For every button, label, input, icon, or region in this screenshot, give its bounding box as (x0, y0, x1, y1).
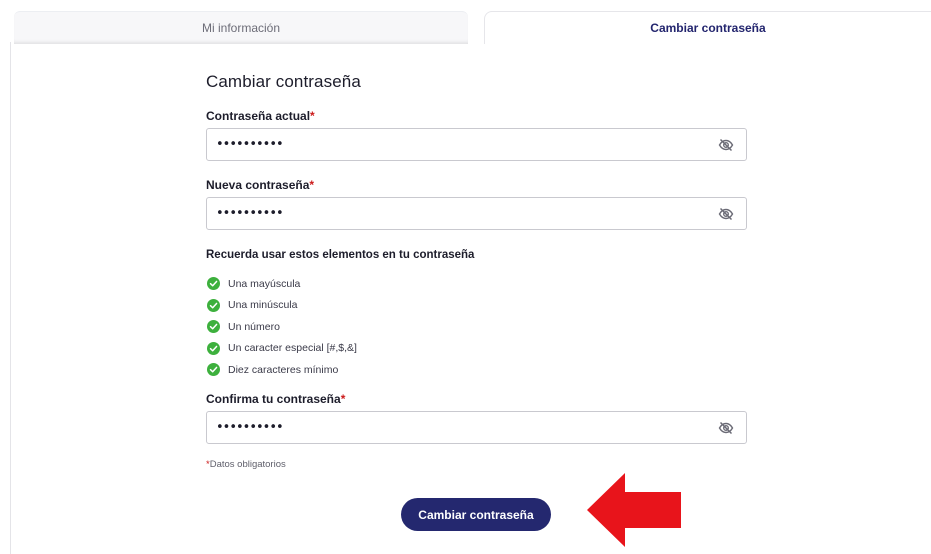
mandatory-note-text: Datos obligatorios (209, 459, 286, 470)
confirm-password-input[interactable] (207, 412, 707, 443)
change-password-button[interactable]: Cambiar contraseña (401, 498, 551, 531)
tab-cambiar-contrasena[interactable]: Cambiar contraseña (484, 11, 931, 44)
check-circle-icon (207, 320, 220, 334)
confirm-password-label-text: Confirma tu contraseña (206, 392, 341, 406)
tab-mi-informacion[interactable]: Mi información (14, 11, 468, 44)
current-password-label-text: Contraseña actual (206, 109, 311, 123)
mandatory-note: *Datos obligatorios (206, 459, 286, 470)
requirement-label: Un número (228, 320, 280, 333)
required-asterisk: * (310, 109, 315, 123)
required-asterisk: * (309, 178, 315, 192)
requirement-label: Diez caracteres mínimo (228, 363, 339, 376)
requirement-label: Un caracter especial [#,$,&] (228, 342, 357, 355)
eye-off-icon[interactable] (718, 206, 734, 222)
requirement-label: Una mayúscula (228, 277, 301, 290)
check-circle-icon (207, 277, 220, 291)
requirement-item: Un caracter especial [#,$,&] (207, 338, 357, 360)
requirements-list: Una mayúscula Una minúscula Un número Un… (207, 273, 357, 381)
tab-mi-informacion-label: Mi información (201, 21, 281, 35)
requirement-label: Una minúscula (228, 299, 298, 312)
new-password-input[interactable] (207, 198, 707, 229)
required-asterisk: * (340, 392, 346, 406)
requirement-item: Un número (207, 316, 357, 338)
confirm-password-field (206, 411, 747, 444)
current-password-label: Contraseña actual* (206, 109, 315, 123)
eye-off-icon[interactable] (718, 420, 734, 436)
check-circle-icon (207, 341, 220, 355)
section-title: Cambiar contraseña (206, 72, 361, 91)
check-circle-icon (207, 363, 220, 377)
panel-border (10, 42, 11, 554)
current-password-input[interactable] (207, 129, 707, 160)
requirements-title: Recuerda usar estos elementos en tu cont… (206, 249, 475, 261)
new-password-field (206, 197, 747, 230)
new-password-label: Nueva contraseña* (206, 178, 314, 192)
change-password-page: Mi información Cambiar contraseña Cambia… (0, 0, 931, 554)
red-arrow-icon (587, 473, 681, 547)
confirm-password-label: Confirma tu contraseña* (206, 392, 345, 406)
new-password-label-text: Nueva contraseña (206, 178, 310, 192)
requirement-item: Diez caracteres mínimo (207, 359, 357, 381)
eye-off-icon[interactable] (718, 137, 734, 153)
requirement-item: Una minúscula (207, 295, 357, 317)
check-circle-icon (207, 298, 220, 312)
tab-cambiar-contrasena-label: Cambiar contraseña (650, 21, 766, 35)
requirement-item: Una mayúscula (207, 273, 357, 295)
current-password-field (206, 128, 747, 161)
